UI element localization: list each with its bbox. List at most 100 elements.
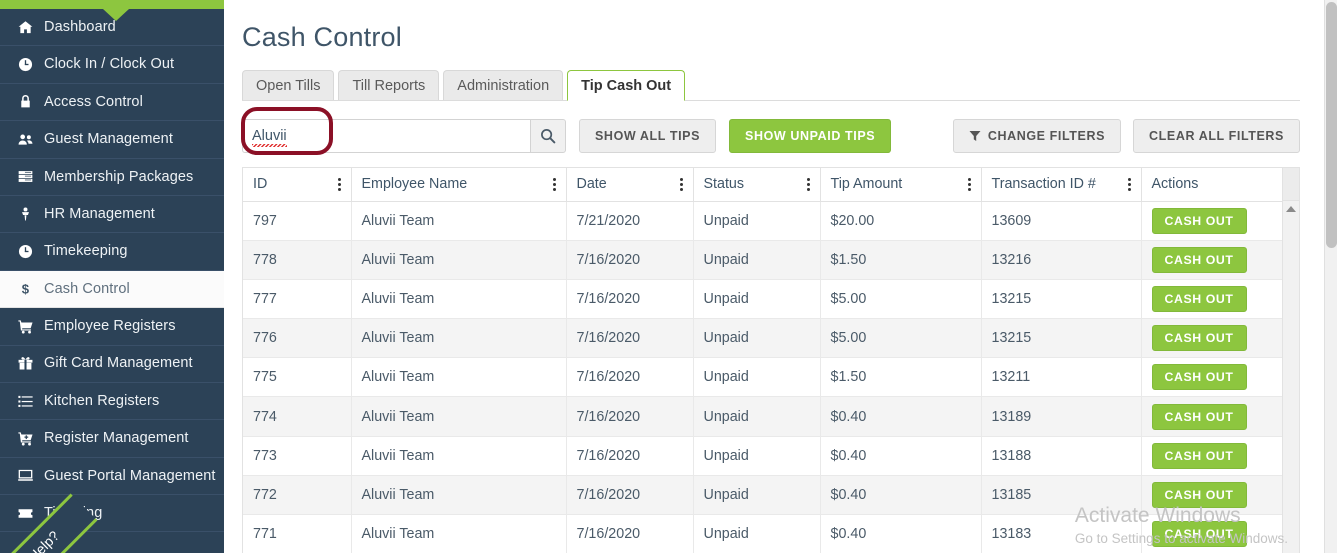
sidebar-item-cash-control[interactable]: $ Cash Control [0, 270, 224, 309]
cell-name: Aluvii Team [351, 357, 567, 398]
cell-id: 773 [243, 436, 352, 476]
sidebar-caret-icon [103, 9, 129, 21]
desktop-icon [12, 468, 38, 483]
column-menu-icon[interactable] [799, 177, 810, 191]
cell-date: 7/16/2020 [566, 514, 694, 553]
column-header-date[interactable]: Date [566, 168, 694, 202]
search-icon [541, 129, 556, 144]
sidebar-item-label: Clock In / Clock Out [44, 56, 175, 73]
sidebar-item-timekeeping[interactable]: Timekeeping [0, 233, 224, 271]
clear-all-filters-button[interactable]: CLEAR ALL FILTERS [1133, 119, 1300, 153]
page-vertical-scrollbar[interactable] [1324, 0, 1337, 553]
cash-out-button[interactable]: CASH OUT [1151, 521, 1247, 548]
cash-out-button[interactable]: CASH OUT [1151, 285, 1247, 312]
cell-date: 7/16/2020 [566, 279, 694, 320]
cell-id: 797 [243, 201, 352, 241]
column-menu-icon[interactable] [1120, 177, 1131, 191]
sidebar-item-hr-management[interactable]: HR Management [0, 196, 224, 234]
search-input[interactable]: Aluvii [242, 119, 530, 153]
column-header-transaction-id[interactable]: Transaction ID # [981, 168, 1142, 202]
tab-till-reports[interactable]: Till Reports [338, 70, 440, 100]
cash-out-button[interactable]: CASH OUT [1151, 481, 1247, 508]
sidebar-item-ticketing[interactable]: Ticketing [0, 495, 224, 533]
cell-tip: $0.40 [820, 436, 982, 476]
show-unpaid-tips-button[interactable]: SHOW UNPAID TIPS [729, 119, 892, 153]
sidebar-item-membership-packages[interactable]: Membership Packages [0, 159, 224, 196]
column-menu-icon[interactable] [545, 177, 556, 191]
table-vertical-scrollbar[interactable] [1282, 168, 1299, 553]
column-menu-icon[interactable] [672, 177, 683, 191]
cash-out-button[interactable]: CASH OUT [1151, 403, 1247, 430]
cards-icon [12, 169, 38, 184]
lock-icon [12, 94, 38, 109]
svg-text:$: $ [21, 282, 29, 297]
change-filters-label: CHANGE FILTERS [987, 129, 1106, 143]
table-row[interactable]: 773 Aluvii Team 7/16/2020 Unpaid $0.40 13188 C… [243, 436, 1299, 476]
cell-id: 772 [243, 475, 352, 516]
column-menu-icon[interactable] [330, 177, 341, 191]
cell-tip: $1.50 [820, 240, 982, 280]
table-row[interactable]: 776 Aluvii Team 7/16/2020 Unpaid $5.00 13215 C… [243, 318, 1299, 359]
search-button[interactable] [530, 119, 566, 153]
cell-txn: 13215 [981, 279, 1142, 320]
table-row[interactable]: 777 Aluvii Team 7/16/2020 Unpaid $5.00 13215 C… [243, 279, 1299, 320]
change-filters-button[interactable]: CHANGE FILTERS [952, 119, 1122, 153]
table-row[interactable]: 797 Aluvii Team 7/21/2020 Unpaid $20.00 13609… [243, 201, 1299, 241]
column-header-tip-amount[interactable]: Tip Amount [820, 168, 982, 202]
scroll-up-arrow-icon[interactable] [1286, 206, 1296, 212]
cell-tip: $0.40 [820, 514, 982, 553]
column-menu-icon[interactable] [960, 177, 971, 191]
cell-actions: CASH OUT [1141, 201, 1299, 241]
sidebar-item-label: Register Management [44, 430, 189, 447]
cash-out-button[interactable]: CASH OUT [1151, 246, 1247, 273]
table-row[interactable]: 771 Aluvii Team 7/16/2020 Unpaid $0.40 13183 C… [243, 514, 1299, 553]
cell-actions: CASH OUT [1141, 475, 1299, 516]
column-header-label: Date [576, 176, 607, 193]
tips-table-head: ID Employee Name Date Status Tip Amount Trans… [243, 168, 1299, 202]
tab-tip-cash-out[interactable]: Tip Cash Out [567, 70, 686, 101]
sidebar-item-guest-portal-management[interactable]: Guest Portal Management [0, 458, 224, 496]
column-header-status[interactable]: Status [693, 168, 821, 202]
cell-date: 7/21/2020 [566, 201, 694, 241]
cash-out-button[interactable]: CASH OUT [1151, 442, 1247, 469]
sidebar-item-label: Guest Portal Management [44, 467, 216, 484]
cell-tip: $5.00 [820, 318, 982, 359]
cell-id: 776 [243, 318, 352, 359]
tab-open-tills[interactable]: Open Tills [242, 70, 335, 100]
show-all-tips-button[interactable]: SHOW ALL TIPS [579, 119, 717, 153]
cell-txn: 13189 [981, 396, 1142, 437]
clock-icon [12, 244, 38, 259]
sidebar-item-clock-in-clock-out[interactable]: Clock In / Clock Out [0, 46, 224, 84]
sidebar-item-label: Dashboard [44, 18, 116, 35]
sidebar-item-label: Kitchen Registers [44, 392, 160, 409]
cell-status: Unpaid [693, 318, 821, 359]
column-header-employee-name[interactable]: Employee Name [351, 168, 567, 202]
cell-actions: CASH OUT [1141, 318, 1299, 359]
cash-out-button[interactable]: CASH OUT [1151, 207, 1247, 234]
table-row[interactable]: 778 Aluvii Team 7/16/2020 Unpaid $1.50 13216 C… [243, 240, 1299, 280]
column-header-id[interactable]: ID [243, 168, 352, 202]
tips-table: ID Employee Name Date Status Tip Amount Trans… [243, 168, 1299, 553]
sidebar-item-access-control[interactable]: Access Control [0, 84, 224, 122]
cell-id: 771 [243, 514, 352, 553]
sidebar-item-kitchen-registers[interactable]: Kitchen Registers [0, 383, 224, 421]
sidebar-item-gift-card-management[interactable]: Gift Card Management [0, 346, 224, 383]
column-header-actions[interactable]: Actions [1141, 168, 1299, 202]
sidebar-item-register-management[interactable]: Register Management [0, 420, 224, 458]
page-scrollbar-thumb[interactable] [1326, 2, 1337, 248]
cell-status: Unpaid [693, 357, 821, 398]
main-content: Cash Control Open Tills Till Reports Admin… [224, 0, 1324, 553]
cell-tip: $1.50 [820, 357, 982, 398]
cell-id: 774 [243, 396, 352, 437]
cash-out-button[interactable]: CASH OUT [1151, 325, 1247, 352]
table-row[interactable]: 772 Aluvii Team 7/16/2020 Unpaid $0.40 13185 C… [243, 475, 1299, 516]
cell-name: Aluvii Team [351, 514, 567, 553]
table-row[interactable]: 774 Aluvii Team 7/16/2020 Unpaid $0.40 13189 C… [243, 396, 1299, 437]
tab-administration[interactable]: Administration [443, 70, 564, 100]
sidebar-item-guest-management[interactable]: Guest Management [0, 121, 224, 159]
cash-out-button[interactable]: CASH OUT [1151, 364, 1247, 391]
cell-id: 777 [243, 279, 352, 320]
table-row[interactable]: 775 Aluvii Team 7/16/2020 Unpaid $1.50 13211 C… [243, 357, 1299, 398]
sidebar-item-employee-registers[interactable]: Employee Registers [0, 308, 224, 346]
sidebar-top-accent-bar [0, 0, 224, 9]
